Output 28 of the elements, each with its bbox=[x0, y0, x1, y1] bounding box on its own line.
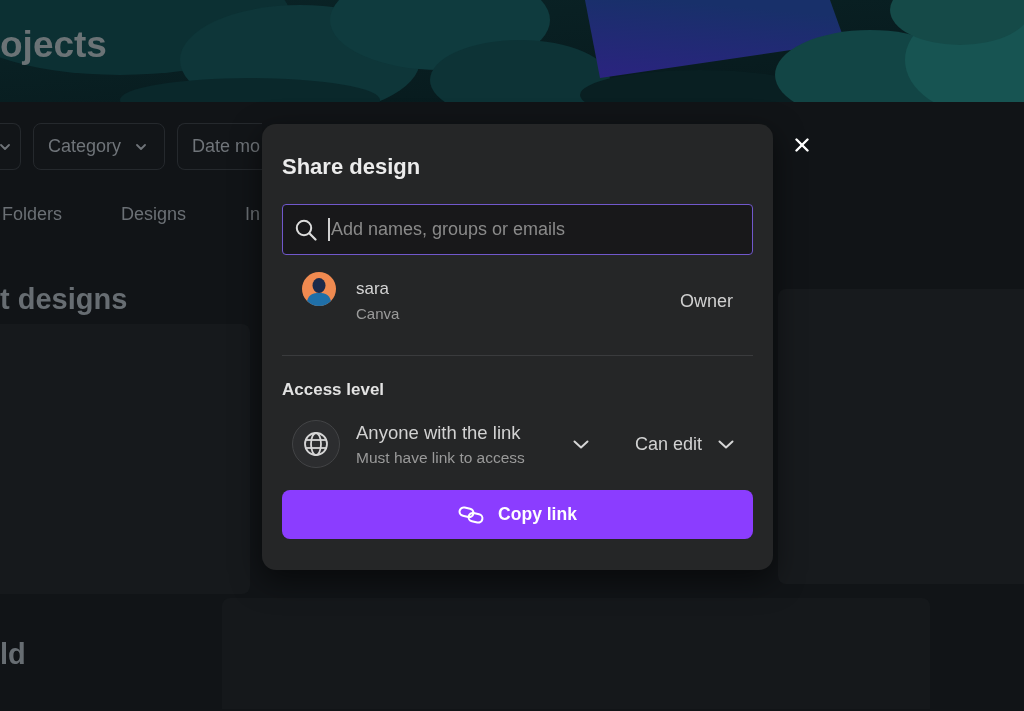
section-heading: t designs bbox=[0, 283, 128, 315]
access-heading: Access level bbox=[282, 380, 385, 400]
page-title: ojects bbox=[0, 23, 107, 66]
section-heading: ld bbox=[0, 638, 26, 670]
link-access-dropdown[interactable]: Anyone with the link Must have link to access bbox=[356, 421, 589, 467]
chevron-down-icon bbox=[718, 439, 735, 449]
dialog-title: Share design bbox=[282, 155, 421, 179]
chevron-down-icon bbox=[136, 143, 146, 150]
chevron-down-icon bbox=[0, 143, 10, 150]
globe-icon bbox=[292, 420, 340, 468]
tab[interactable]: Folders bbox=[2, 203, 63, 227]
tab[interactable]: Designs bbox=[121, 203, 187, 227]
filter-dropdown[interactable]: Date mo bbox=[177, 123, 262, 170]
filter-dropdown[interactable] bbox=[0, 123, 21, 170]
person-name: sara bbox=[356, 279, 390, 299]
person-team: Canva bbox=[356, 305, 400, 323]
search-field[interactable]: Add names, groups or emails bbox=[282, 204, 753, 255]
search-icon bbox=[295, 218, 317, 241]
copy-link-button[interactable]: Copy link bbox=[282, 490, 753, 539]
tab[interactable]: In bbox=[245, 203, 261, 227]
link-icon bbox=[458, 505, 485, 524]
avatar-icon bbox=[302, 272, 336, 306]
permission-dropdown[interactable]: Can edit bbox=[635, 433, 735, 455]
chevron-down-icon bbox=[573, 439, 589, 449]
close-icon bbox=[795, 138, 809, 152]
filter-dropdown[interactable]: Category bbox=[33, 123, 165, 170]
person-role: Owner bbox=[680, 291, 733, 311]
text-cursor-icon bbox=[328, 218, 330, 241]
